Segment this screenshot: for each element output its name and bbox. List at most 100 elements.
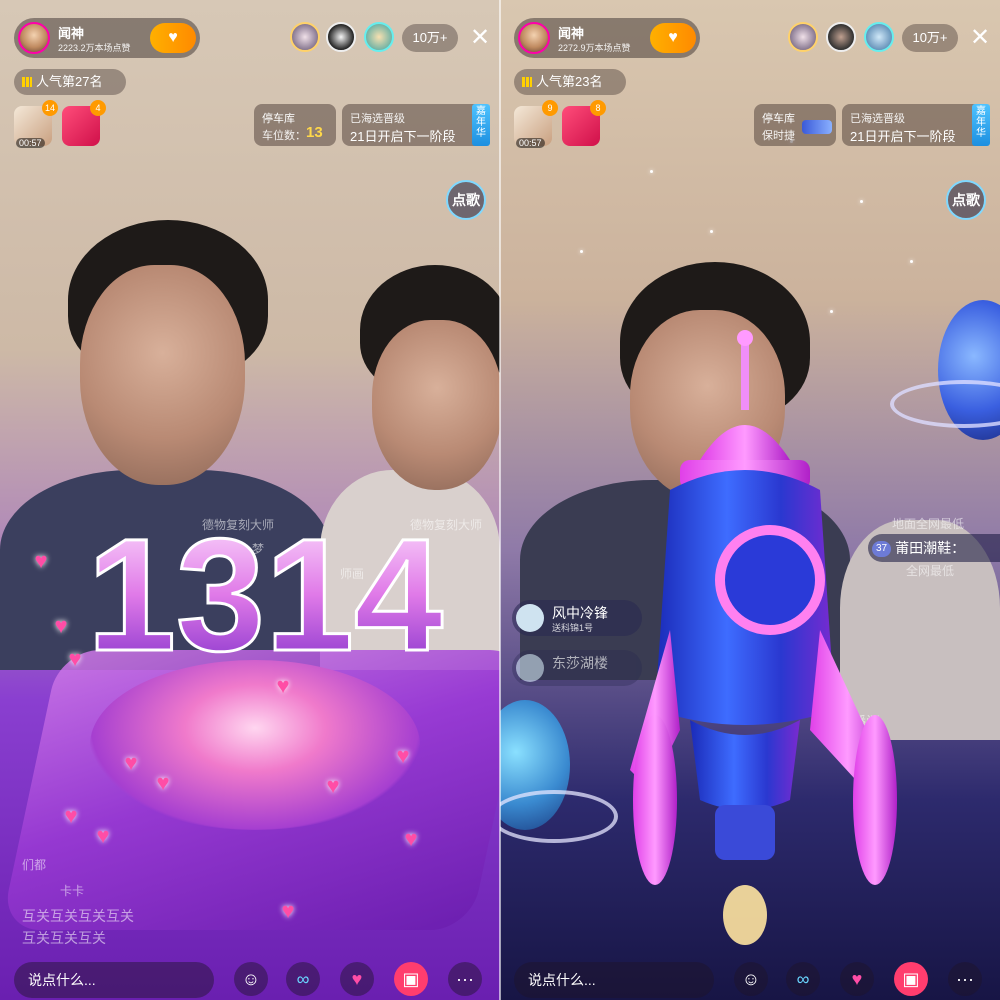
- viewer-avatar[interactable]: [326, 22, 356, 52]
- overlay-text: 地面全网最低: [892, 517, 965, 531]
- close-icon[interactable]: ✕: [966, 22, 994, 54]
- planet-ring-small: [500, 790, 618, 843]
- viewer-count[interactable]: 10万+: [902, 24, 958, 52]
- popularity-rank[interactable]: 人气第27名: [14, 69, 126, 95]
- heart-icon: ♥: [326, 773, 340, 798]
- chat-message[interactable]: 风中冷锋 送科锦1号: [512, 600, 642, 636]
- car-icon: [802, 120, 832, 134]
- song-request-button[interactable]: 点歌: [946, 180, 986, 220]
- viewer-avatar[interactable]: [788, 22, 818, 52]
- parking-card[interactable]: 停车库 车位数： 13: [254, 104, 336, 146]
- heart-icon: ♥: [54, 613, 68, 638]
- host-card[interactable]: 闻神 2272.9万本场点赞 ♥: [514, 18, 700, 58]
- parking-title: 停车库: [762, 113, 795, 125]
- split-screenshot: 1314 ♥ ♥ ♥ ♥ ♥ ♥ ♥ ♥ ♥ ♥ ♥ ♥ 德物复刻大师 德物复刻…: [0, 0, 1000, 1000]
- follow-button[interactable]: ♥: [650, 23, 696, 53]
- heart-gift-icon[interactable]: ♥: [840, 962, 874, 996]
- parking-card[interactable]: 停车库 保时捷: [754, 104, 836, 146]
- chat-user-name: 风中冷锋: [552, 605, 608, 621]
- heart-icon: ♥: [404, 826, 418, 851]
- chat-message[interactable]: 37 莆田潮鞋：: [868, 534, 1000, 562]
- gift-effect-stage: [90, 660, 420, 830]
- more-icon[interactable]: ···: [448, 962, 482, 996]
- guest-face: [372, 320, 500, 490]
- star: [650, 170, 653, 173]
- stage-line1: 已海选晋级: [350, 113, 405, 125]
- overlay-text: 德物复刻大师: [202, 518, 275, 532]
- gift-box-1[interactable]: 9 00:57: [514, 100, 558, 148]
- viewer-avatar[interactable]: [364, 22, 394, 52]
- heart-icon: ♥: [276, 673, 290, 698]
- carnival-tag[interactable]: 嘉年华: [472, 104, 490, 146]
- follow-button[interactable]: ♥: [150, 23, 196, 53]
- chat-user-avatar[interactable]: [516, 604, 544, 632]
- chat-user-name: 东莎湖楼: [552, 655, 608, 671]
- gift-badge: 4: [90, 100, 106, 116]
- stage-line1: 已海选晋级: [850, 113, 905, 125]
- gift-icon[interactable]: ▣: [894, 962, 928, 996]
- stage-line2: 21日开启下一阶段: [850, 129, 956, 144]
- host-likes: 2223.2万本场点赞: [58, 43, 131, 53]
- parking-car-name: 保时捷: [762, 130, 795, 142]
- star: [830, 310, 833, 313]
- streamer-face: [80, 265, 245, 485]
- song-request-button[interactable]: 点歌: [446, 180, 486, 220]
- popularity-rank[interactable]: 人气第23名: [514, 69, 626, 95]
- stage-card[interactable]: 已海选晋级 21日开启下一阶段: [342, 104, 488, 146]
- panel-divider: [499, 0, 501, 1000]
- heart-icon: ♥: [396, 743, 410, 768]
- chat-user-avatar[interactable]: [516, 654, 544, 682]
- viewer-count[interactable]: 10万+: [402, 24, 458, 52]
- overlay-text: 互关互关互关: [22, 930, 106, 946]
- overlay-text: 德物复刻大师: [410, 518, 483, 532]
- chat-message[interactable]: 东莎湖楼: [512, 650, 642, 686]
- more-icon[interactable]: ···: [948, 962, 982, 996]
- viewer-avatar[interactable]: [290, 22, 320, 52]
- parking-label: 车位数：: [262, 130, 306, 142]
- heart-icon: ♥: [68, 646, 82, 671]
- emoji-icon[interactable]: ☺: [234, 962, 268, 996]
- host-card[interactable]: 闻神 2223.2万本场点赞 ♥: [14, 18, 200, 58]
- chart-icon: [522, 77, 532, 87]
- emoji-icon[interactable]: ☺: [734, 962, 768, 996]
- star: [910, 260, 913, 263]
- gift-box-2[interactable]: 8: [562, 100, 606, 146]
- comment-input[interactable]: 说点什么...: [14, 962, 214, 998]
- user-level-badge: 37: [872, 541, 892, 557]
- host-name: 闻神: [58, 26, 85, 41]
- host-avatar[interactable]: [18, 22, 50, 54]
- parking-value: 13: [306, 124, 323, 141]
- star: [710, 230, 713, 233]
- chart-icon: [22, 77, 32, 87]
- overlay-text: 互关互关互关互关: [22, 908, 134, 924]
- overlay-text: 师画: [340, 567, 365, 581]
- heart-icon: ♥: [64, 803, 78, 828]
- heart-icon: ♥: [668, 29, 678, 46]
- gift-effect-rocket: [630, 330, 897, 945]
- heart-gift-icon[interactable]: ♥: [340, 962, 374, 996]
- gift-number-text: 1314: [87, 520, 443, 670]
- host-avatar[interactable]: [518, 22, 550, 54]
- stage-line2: 21日开启下一阶段: [350, 129, 456, 144]
- overlay-text: 梦: [252, 542, 265, 556]
- heart-icon: ♥: [156, 770, 170, 795]
- link-icon[interactable]: ∞: [786, 962, 820, 996]
- star: [580, 250, 583, 253]
- host-likes: 2272.9万本场点赞: [558, 43, 631, 53]
- live-stream-panel-left: 1314 ♥ ♥ ♥ ♥ ♥ ♥ ♥ ♥ ♥ ♥ ♥ ♥ 德物复刻大师 德物复刻…: [0, 0, 500, 1000]
- gift-effect-1314: 1314: [86, 520, 445, 670]
- gift-timer: 00:57: [516, 138, 545, 148]
- gift-box-1[interactable]: 14 00:57: [14, 100, 58, 148]
- gift-icon[interactable]: ▣: [394, 962, 428, 996]
- star: [860, 200, 863, 203]
- viewer-avatar[interactable]: [864, 22, 894, 52]
- heart-icon: ♥: [281, 898, 295, 923]
- gift-box-2[interactable]: 4: [62, 100, 106, 146]
- viewer-avatar[interactable]: [826, 22, 856, 52]
- comment-input[interactable]: 说点什么...: [514, 962, 714, 998]
- close-icon[interactable]: ✕: [466, 22, 494, 54]
- carnival-tag[interactable]: 嘉年华: [972, 104, 990, 146]
- heart-icon: ♥: [124, 750, 138, 775]
- stage-card[interactable]: 已海选晋级 21日开启下一阶段: [842, 104, 988, 146]
- link-icon[interactable]: ∞: [286, 962, 320, 996]
